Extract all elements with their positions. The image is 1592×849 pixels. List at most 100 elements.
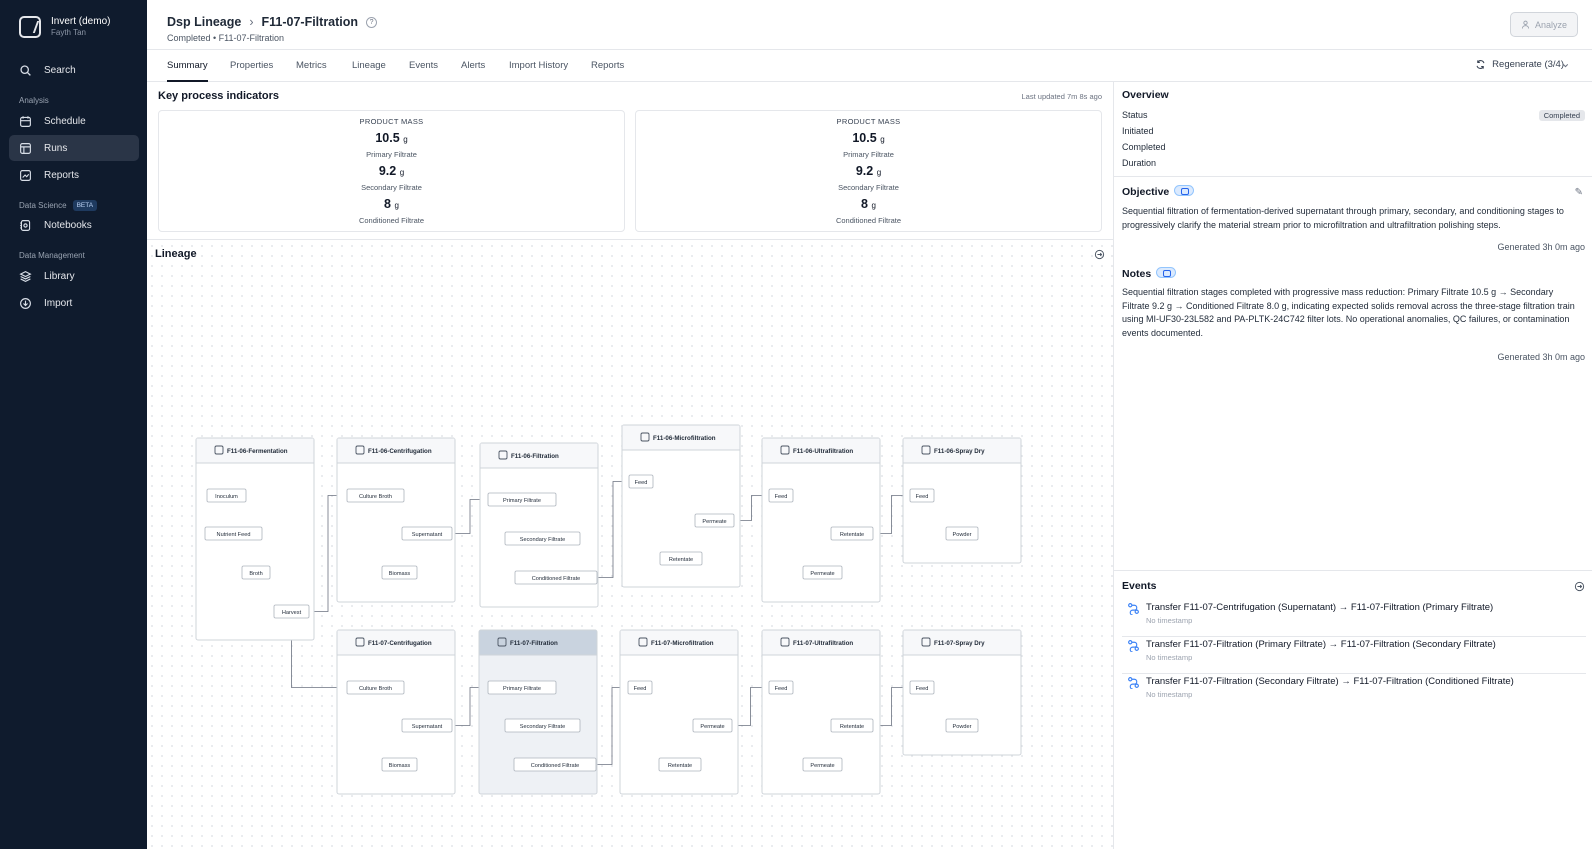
material-node-nutrient-feed[interactable]: Nutrient Feed (204, 526, 263, 541)
material-node-retentate[interactable]: Retentate (830, 526, 874, 541)
material-label: Biomass (389, 763, 411, 769)
material-node-permeate[interactable]: Permeate (694, 513, 735, 528)
event-item[interactable]: Transfer F11-07-Filtration (Primary Filt… (1122, 637, 1586, 674)
sidebar-item-reports[interactable]: Reports (9, 162, 139, 188)
sidebar-item-notebooks[interactable]: Notebooks (9, 212, 139, 238)
lineage-panel[interactable]: F11-06-Fermentation F11-06-Centrifugation… (147, 241, 1113, 849)
material-node-primary-filtrate[interactable]: Primary Filtrate (487, 492, 557, 507)
refresh-icon (1476, 60, 1485, 69)
event-text: Transfer F11-07-Filtration (Secondary Fi… (1146, 676, 1514, 687)
org-switcher[interactable]: Invert (demo) Fayth Tan (19, 16, 110, 38)
material-label: Permeate (700, 724, 724, 730)
material-node-secondary-filtrate[interactable]: Secondary Filtrate (504, 531, 581, 546)
objective-text: Sequential filtration of fermentation-de… (1122, 206, 1564, 230)
material-node-retentate[interactable]: Retentate (658, 757, 702, 772)
material-node-feed[interactable]: Feed (909, 488, 935, 503)
sidebar-item-runs[interactable]: Runs (9, 135, 139, 161)
event-timestamp: No timestamp (1146, 616, 1193, 625)
kpi-card: PRODUCT MASS 10.5 g Primary Filtrate 9.2… (635, 110, 1102, 232)
event-text: Transfer F11-07-Filtration (Primary Filt… (1146, 639, 1496, 650)
section-data-science: Data Science BETA (19, 200, 98, 211)
material-node-culture-broth[interactable]: Culture Broth (346, 488, 405, 503)
regenerate-label: Regenerate (3/4) (1492, 59, 1564, 70)
material-label: Permeate (702, 519, 726, 525)
material-node-conditioned-filtrate[interactable]: Conditioned Filtrate (513, 757, 597, 772)
material-node-biomass[interactable]: Biomass (381, 757, 418, 772)
material-node-feed[interactable]: Feed (909, 680, 935, 695)
material-node-secondary-filtrate[interactable]: Secondary Filtrate (504, 718, 581, 733)
material-node-culture-broth[interactable]: Culture Broth (346, 680, 405, 695)
material-node-primary-filtrate[interactable]: Primary Filtrate (487, 680, 557, 695)
edit-icon[interactable]: ✎ (1575, 187, 1583, 198)
help-icon[interactable]: ? (366, 16, 378, 28)
tab-lineage[interactable]: Lineage (352, 60, 386, 82)
chevron-down-icon[interactable] (1561, 61, 1570, 70)
material-node-retentate[interactable]: Retentate (659, 551, 703, 566)
process-title: F11-06-Microfiltration (653, 435, 716, 442)
material-node-powder[interactable]: Powder (945, 526, 979, 541)
sidebar-item-search[interactable]: Search (9, 57, 139, 83)
material-node-feed[interactable]: Feed (627, 680, 653, 695)
user-name: Fayth Tan (51, 28, 86, 37)
material-node-biomass[interactable]: Biomass (381, 565, 418, 580)
analyze-button[interactable]: Analyze (1510, 12, 1578, 37)
material-node-supernatant[interactable]: Supernatant (401, 718, 453, 733)
sidebar-item-label: Schedule (44, 115, 86, 127)
sidebar-item-import[interactable]: Import (9, 290, 139, 316)
status-badge: Completed (1538, 110, 1585, 121)
kpi-card: PRODUCT MASS 10.5 g Primary Filtrate 9.2… (158, 110, 625, 232)
regenerate-button[interactable]: Regenerate (3/4) (1475, 59, 1564, 70)
kpi-label: Primary Filtrate (366, 150, 417, 159)
event-item[interactable]: Transfer F11-07-Centrifugation (Supernat… (1122, 600, 1586, 637)
material-label: Feed (775, 494, 788, 500)
material-node-inoculum[interactable]: Inoculum (206, 488, 247, 503)
material-node-permeate[interactable]: Permeate (802, 757, 843, 772)
tab-events[interactable]: Events (409, 60, 438, 82)
material-node-harvest[interactable]: Harvest (273, 604, 310, 619)
material-label: Biomass (389, 571, 411, 577)
process-title: F11-07-Ultrafiltration (793, 640, 853, 647)
transfer-icon (1128, 677, 1139, 689)
material-label: Conditioned Filtrate (532, 576, 581, 582)
material-label: Retentate (669, 557, 693, 563)
material-label: Retentate (840, 724, 864, 730)
material-node-feed[interactable]: Feed (768, 488, 794, 503)
tab-import-history[interactable]: Import History (509, 60, 568, 82)
material-node-permeate[interactable]: Permeate (802, 565, 843, 580)
material-label: Nutrient Feed (217, 532, 251, 538)
material-node-feed[interactable]: Feed (628, 474, 654, 489)
kpi-value: 10.5 g (852, 131, 885, 145)
material-node-feed[interactable]: Feed (768, 680, 794, 695)
tab-alerts[interactable]: Alerts (461, 60, 485, 82)
objective-heading: Objective (1122, 185, 1195, 198)
sidebar-item-label: Runs (44, 142, 68, 154)
duration-label: Duration (1122, 158, 1157, 168)
tab-properties[interactable]: Properties (230, 60, 273, 82)
sidebar-item-library[interactable]: Library (9, 263, 139, 289)
material-node-permeate[interactable]: Permeate (692, 718, 733, 733)
sidebar-item-schedule[interactable]: Schedule (9, 108, 139, 134)
breadcrumb-parent[interactable]: Dsp Lineage (167, 15, 241, 29)
material-node-powder[interactable]: Powder (945, 718, 979, 733)
material-node-retentate[interactable]: Retentate (830, 718, 874, 733)
expand-icon[interactable] (1574, 581, 1585, 592)
material-label: Feed (916, 494, 929, 500)
tab-metrics[interactable]: Metrics (296, 60, 327, 82)
kpi-value: 9.2 g (855, 164, 882, 178)
kpi-label: Secondary Filtrate (361, 183, 422, 192)
layers-icon (19, 270, 32, 282)
search-icon (20, 64, 31, 76)
tab-reports[interactable]: Reports (591, 60, 624, 82)
material-node-broth[interactable]: Broth (241, 565, 271, 580)
event-item[interactable]: Transfer F11-07-Filtration (Secondary Fi… (1122, 674, 1586, 711)
material-node-supernatant[interactable]: Supernatant (401, 526, 453, 541)
tab-summary[interactable]: Summary (167, 60, 208, 82)
lineage-graph[interactable]: F11-06-Fermentation F11-06-Centrifugation… (147, 241, 1113, 849)
status-label: Status (1122, 110, 1148, 120)
notebook-icon (20, 219, 31, 231)
expand-icon[interactable] (1094, 249, 1105, 260)
material-label: Retentate (840, 532, 864, 538)
kpi-value: 9.2 g (378, 164, 405, 178)
material-label: Secondary Filtrate (520, 537, 565, 543)
material-node-conditioned-filtrate[interactable]: Conditioned Filtrate (514, 570, 598, 585)
